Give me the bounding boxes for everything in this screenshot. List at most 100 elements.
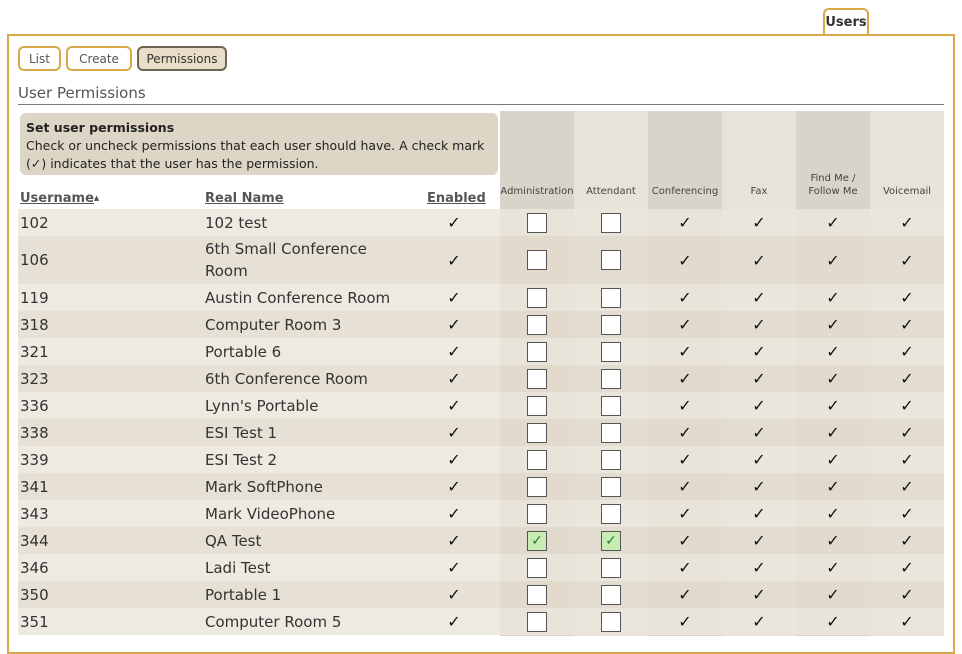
- attendant-checkbox[interactable]: [601, 368, 621, 389]
- tab-users[interactable]: Users: [823, 8, 869, 34]
- voicemail-cell[interactable]: ✓: [870, 284, 944, 311]
- conferencing-cell[interactable]: ✓: [648, 365, 722, 392]
- administration-checkbox[interactable]: [527, 212, 547, 233]
- fax-cell[interactable]: ✓: [722, 338, 796, 365]
- voicemail-cell[interactable]: ✓: [870, 236, 944, 284]
- tab-list[interactable]: List: [18, 46, 61, 71]
- administration-checkbox[interactable]: [527, 476, 547, 497]
- findme-cell[interactable]: ✓: [796, 338, 870, 365]
- fax-cell[interactable]: ✓: [722, 581, 796, 608]
- findme-cell[interactable]: ✓: [796, 392, 870, 419]
- voicemail-cell[interactable]: ✓: [870, 554, 944, 581]
- administration-checkbox[interactable]: [527, 422, 547, 443]
- fax-cell[interactable]: ✓: [722, 446, 796, 473]
- conferencing-cell[interactable]: ✓: [648, 284, 722, 311]
- attendant-checkbox[interactable]: [601, 287, 621, 308]
- conferencing-cell[interactable]: ✓: [648, 338, 722, 365]
- administration-checkbox[interactable]: [527, 449, 547, 470]
- attendant-checkbox[interactable]: [601, 503, 621, 524]
- administration-checkbox[interactable]: [527, 503, 547, 524]
- administration-checkbox[interactable]: [527, 611, 547, 632]
- header-enabled[interactable]: Enabled: [427, 191, 486, 206]
- attendant-checkbox[interactable]: [601, 250, 621, 270]
- attendant-checkbox[interactable]: ✓: [601, 530, 621, 551]
- voicemail-cell[interactable]: ✓: [870, 365, 944, 392]
- findme-cell[interactable]: ✓: [796, 419, 870, 446]
- findme-cell[interactable]: ✓: [796, 527, 870, 554]
- attendant-checkbox[interactable]: [601, 476, 621, 497]
- administration-checkbox[interactable]: [527, 557, 547, 578]
- fax-cell[interactable]: ✓: [722, 554, 796, 581]
- fax-cell[interactable]: ✓: [722, 500, 796, 527]
- conferencing-cell[interactable]: ✓: [648, 419, 722, 446]
- fax-cell[interactable]: ✓: [722, 284, 796, 311]
- fax-cell[interactable]: ✓: [722, 311, 796, 338]
- findme-cell[interactable]: ✓: [796, 473, 870, 500]
- administration-checkbox[interactable]: [527, 287, 547, 308]
- conferencing-cell[interactable]: ✓: [648, 527, 722, 554]
- attendant-checkbox[interactable]: [601, 395, 621, 416]
- findme-cell[interactable]: ✓: [796, 554, 870, 581]
- voicemail-cell[interactable]: ✓: [870, 392, 944, 419]
- conferencing-cell[interactable]: ✓: [648, 392, 722, 419]
- conferencing-cell[interactable]: ✓: [648, 473, 722, 500]
- findme-cell[interactable]: ✓: [796, 365, 870, 392]
- findme-cell[interactable]: ✓: [796, 209, 870, 236]
- tab-permissions[interactable]: Permissions: [137, 46, 227, 71]
- tab-create[interactable]: Create: [66, 46, 132, 71]
- fax-cell[interactable]: ✓: [722, 527, 796, 554]
- header-real-name[interactable]: Real Name: [205, 191, 284, 206]
- findme-cell[interactable]: ✓: [796, 284, 870, 311]
- attendant-checkbox[interactable]: [601, 611, 621, 632]
- voicemail-cell[interactable]: ✓: [870, 581, 944, 608]
- findme-cell[interactable]: ✓: [796, 581, 870, 608]
- voicemail-cell[interactable]: ✓: [870, 527, 944, 554]
- conferencing-cell[interactable]: ✓: [648, 311, 722, 338]
- voicemail-cell[interactable]: ✓: [870, 500, 944, 527]
- administration-checkbox[interactable]: [527, 314, 547, 335]
- conferencing-cell[interactable]: ✓: [648, 446, 722, 473]
- attendant-checkbox[interactable]: [601, 212, 621, 233]
- administration-checkbox[interactable]: [527, 584, 547, 605]
- voicemail-cell[interactable]: ✓: [870, 608, 944, 635]
- fax-cell[interactable]: ✓: [722, 473, 796, 500]
- findme-cell[interactable]: ✓: [796, 500, 870, 527]
- findme-cell[interactable]: ✓: [796, 446, 870, 473]
- attendant-checkbox[interactable]: [601, 341, 621, 362]
- voicemail-cell[interactable]: ✓: [870, 473, 944, 500]
- administration-checkbox[interactable]: [527, 341, 547, 362]
- attendant-checkbox[interactable]: [601, 584, 621, 605]
- findme-cell[interactable]: ✓: [796, 608, 870, 635]
- voicemail-cell[interactable]: ✓: [870, 446, 944, 473]
- conferencing-cell[interactable]: ✓: [648, 236, 722, 284]
- attendant-checkbox[interactable]: [601, 557, 621, 578]
- attendant-checkbox[interactable]: [601, 422, 621, 443]
- conferencing-cell[interactable]: ✓: [648, 554, 722, 581]
- voicemail-cell[interactable]: ✓: [870, 338, 944, 365]
- voicemail-cell[interactable]: ✓: [870, 209, 944, 236]
- fax-cell[interactable]: ✓: [722, 236, 796, 284]
- attendant-checkbox[interactable]: [601, 314, 621, 335]
- fax-cell[interactable]: ✓: [722, 608, 796, 635]
- conferencing-cell[interactable]: ✓: [648, 581, 722, 608]
- attendant-checkbox[interactable]: [601, 449, 621, 470]
- conferencing-cell[interactable]: ✓: [648, 500, 722, 527]
- header-username[interactable]: Username▲: [20, 191, 99, 206]
- administration-checkbox[interactable]: [527, 368, 547, 389]
- fax-cell[interactable]: ✓: [722, 209, 796, 236]
- check-icon: ✓: [900, 342, 914, 361]
- conferencing-cell[interactable]: ✓: [648, 209, 722, 236]
- voicemail-cell[interactable]: ✓: [870, 311, 944, 338]
- fax-cell[interactable]: ✓: [722, 365, 796, 392]
- findme-cell[interactable]: ✓: [796, 236, 870, 284]
- administration-checkbox[interactable]: [527, 250, 547, 270]
- check-icon: ✓: [826, 315, 840, 334]
- administration-checkbox[interactable]: [527, 395, 547, 416]
- conferencing-cell[interactable]: ✓: [648, 608, 722, 635]
- fax-cell[interactable]: ✓: [722, 392, 796, 419]
- fax-cell[interactable]: ✓: [722, 419, 796, 446]
- attendant-cell: [574, 581, 648, 608]
- voicemail-cell[interactable]: ✓: [870, 419, 944, 446]
- findme-cell[interactable]: ✓: [796, 311, 870, 338]
- administration-checkbox[interactable]: ✓: [527, 530, 547, 551]
